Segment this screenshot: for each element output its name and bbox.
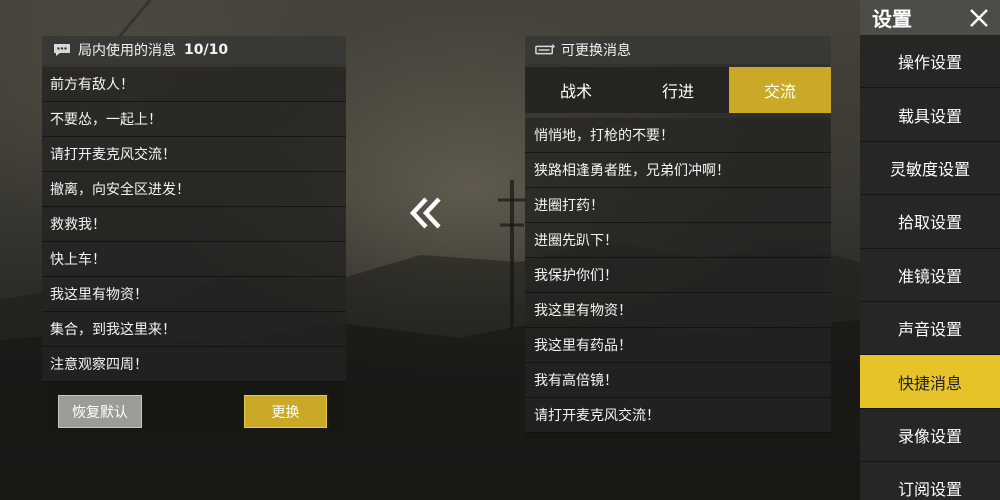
double-chevron-left-icon[interactable] (408, 196, 444, 230)
replaceable-message-item[interactable]: 进圈打药！ (525, 188, 831, 223)
tab-movement[interactable]: 行进 (627, 67, 729, 113)
in-game-messages-panel: 局内使用的消息 10/10 前方有敌人！ 不要怂，一起上！ 请打开麦克风交流！ … (42, 36, 346, 439)
in-game-message-item[interactable]: 救救我！ (42, 207, 346, 242)
replaceable-messages-panel: 可更换消息 战术 行进 交流 悄悄地，打枪的不要！ 狭路相逢勇者胜，兄弟们冲啊！… (525, 36, 831, 439)
replaceable-message-item[interactable]: 悄悄地，打枪的不要！ (525, 118, 831, 153)
replaceable-message-item[interactable]: 我保护你们！ (525, 258, 831, 293)
in-game-message-item[interactable]: 撤离，向安全区进发！ (42, 172, 346, 207)
replace-button[interactable]: 更换 (244, 395, 327, 428)
in-game-message-item[interactable]: 集合，到我这里来！ (42, 312, 346, 347)
replaceable-message-list: 悄悄地，打枪的不要！ 狭路相逢勇者胜，兄弟们冲啊！ 进圈打药！ 进圈先趴下！ 我… (525, 118, 831, 433)
tab-communication[interactable]: 交流 (729, 67, 831, 113)
chat-bubble-icon (52, 42, 72, 58)
replaceable-message-item[interactable]: 我有高倍镜！ (525, 363, 831, 398)
in-game-message-item[interactable]: 快上车！ (42, 242, 346, 277)
replaceable-messages-header: 可更换消息 (525, 36, 831, 64)
settings-title: 设置 (872, 7, 912, 31)
sidebar-item-recording[interactable]: 录像设置 (860, 409, 1000, 463)
in-game-messages-header: 局内使用的消息 10/10 (42, 36, 346, 64)
in-game-message-item[interactable]: 注意观察四周！ (42, 347, 346, 382)
restore-default-button[interactable]: 恢复默认 (58, 395, 142, 428)
settings-header: 设置 (860, 0, 1000, 35)
in-game-message-item[interactable]: 请打开麦克风交流！ (42, 137, 346, 172)
sidebar-item-vehicle[interactable]: 载具设置 (860, 88, 1000, 142)
in-game-messages-title: 局内使用的消息 (78, 43, 176, 59)
replaceable-message-item[interactable]: 请打开麦克风交流！ (525, 398, 831, 433)
sidebar-item-pickup[interactable]: 拾取设置 (860, 195, 1000, 249)
sidebar-item-scope[interactable]: 准镜设置 (860, 249, 1000, 302)
message-count: 10/10 (184, 42, 229, 58)
settings-sidebar: 设置 操作设置 载具设置 灵敏度设置 拾取设置 准镜设置 声音设置 快捷消息 录… (860, 0, 1000, 500)
replaceable-message-item[interactable]: 我这里有物资！ (525, 293, 831, 328)
in-game-message-list: 前方有敌人！ 不要怂，一起上！ 请打开麦克风交流！ 撤离，向安全区进发！ 救救我… (42, 67, 346, 382)
replaceable-message-item[interactable]: 进圈先趴下！ (525, 223, 831, 258)
in-game-message-item[interactable]: 不要怂，一起上！ (42, 102, 346, 137)
replaceable-message-item[interactable]: 我这里有药品！ (525, 328, 831, 363)
tab-tactics[interactable]: 战术 (525, 67, 627, 113)
message-category-tabs: 战术 行进 交流 (525, 67, 831, 113)
replaceable-message-item[interactable]: 狭路相逢勇者胜，兄弟们冲啊！ (525, 153, 831, 188)
sidebar-item-audio[interactable]: 声音设置 (860, 302, 1000, 356)
sidebar-item-sensitivity[interactable]: 灵敏度设置 (860, 142, 1000, 196)
sidebar-item-controls[interactable]: 操作设置 (860, 35, 1000, 89)
sidebar-item-quick-messages[interactable]: 快捷消息 (860, 355, 1000, 409)
close-icon[interactable] (968, 7, 990, 29)
in-game-message-item[interactable]: 前方有敌人！ (42, 67, 346, 102)
chat-swap-icon (535, 42, 555, 58)
sidebar-item-subscription[interactable]: 订阅设置 (860, 462, 1000, 500)
in-game-message-item[interactable]: 我这里有物资！ (42, 277, 346, 312)
replaceable-messages-title: 可更换消息 (561, 43, 631, 59)
